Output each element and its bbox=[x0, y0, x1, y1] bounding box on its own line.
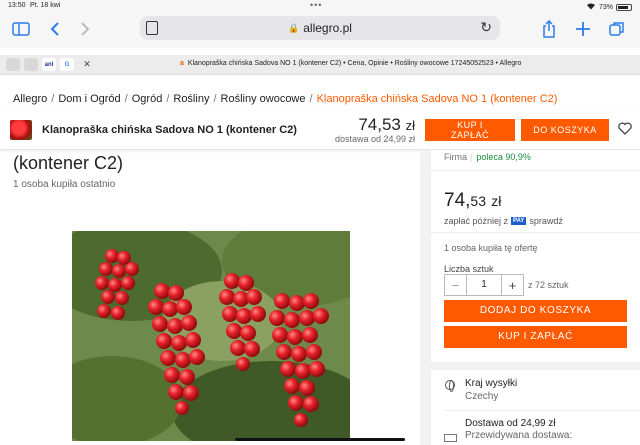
multitasking-dots-icon[interactable]: ••• bbox=[310, 0, 322, 10]
offer-price: 74,53 zł bbox=[444, 190, 501, 212]
seller-rating: Firma | poleca 90,9% bbox=[444, 152, 531, 162]
delivery-estimate: Przewidywana dostawa: bbox=[465, 430, 573, 441]
new-tab-icon[interactable] bbox=[572, 18, 594, 40]
bought-recently: 1 osoba kupiła ostatnio bbox=[13, 179, 116, 190]
sticky-price-currency: zł bbox=[405, 118, 415, 133]
breadcrumb-separator: / bbox=[51, 93, 55, 105]
active-tab[interactable]: a Klanopraška chińska Sadova NO 1 (konten… bbox=[180, 60, 521, 67]
panel-gap bbox=[420, 150, 430, 445]
sticky-delivery: dostawa od 24,99 zł bbox=[334, 134, 415, 144]
breadcrumb-allegro[interactable]: Allegro bbox=[13, 93, 47, 105]
breadcrumb-ogrod[interactable]: Ogród bbox=[132, 93, 163, 105]
ship-country-value: Czechy bbox=[465, 391, 499, 402]
divider bbox=[444, 410, 640, 411]
recommend-rate[interactable]: poleca 90,9% bbox=[476, 152, 531, 162]
divider bbox=[431, 170, 640, 171]
ship-country-label: Kraj wysyłki bbox=[465, 378, 518, 389]
share-icon[interactable] bbox=[538, 18, 560, 40]
quantity-input[interactable]: 1 bbox=[467, 275, 501, 295]
back-icon[interactable] bbox=[44, 18, 66, 40]
breadcrumb-separator: / bbox=[309, 93, 313, 105]
buy-now-line1: KUP I bbox=[457, 120, 483, 130]
close-tab-icon[interactable]: ✕ bbox=[80, 58, 94, 71]
available-quantity: z 72 sztuk bbox=[528, 280, 569, 290]
mini-tab-1[interactable] bbox=[6, 58, 20, 71]
price-int: 74, bbox=[444, 190, 471, 211]
ios-status-bar: 13:50 Pt. 18 kwi ••• 73% bbox=[0, 0, 640, 12]
quantity-label: Liczba sztuk bbox=[444, 264, 494, 274]
divider bbox=[431, 232, 640, 233]
firma-label: Firma bbox=[444, 152, 467, 162]
buy-now-button-top[interactable]: KUP I ZAPŁAĆ bbox=[425, 119, 515, 141]
status-time: 13:50 bbox=[8, 2, 26, 9]
tabs-bar: anl G ✕ a Klanopraška chińska Sadova NO 1… bbox=[0, 55, 640, 75]
forward-icon[interactable] bbox=[74, 18, 96, 40]
buy-now-line2: ZAPŁAĆ bbox=[450, 130, 489, 140]
status-right: 73% bbox=[586, 2, 632, 12]
breadcrumb-separator: / bbox=[124, 93, 128, 105]
tabs-icon[interactable] bbox=[606, 18, 628, 40]
breadcrumb-dom-i-ogrod[interactable]: Dom i Ogród bbox=[58, 93, 120, 105]
sticky-price: 74,53 zł bbox=[330, 115, 415, 135]
quantity-stepper[interactable]: − 1 + bbox=[444, 274, 524, 296]
product-photo[interactable] bbox=[72, 231, 350, 441]
allegro-pay-badge: PAY bbox=[511, 217, 527, 225]
sticky-price-amount: 74,53 bbox=[358, 115, 401, 134]
browser-toolbar: 🔒 allegro.pl ↻ bbox=[0, 12, 640, 48]
active-tab-title: Klanopraška chińska Sadova NO 1 (kontene… bbox=[187, 60, 522, 67]
breadcrumb-separator: / bbox=[166, 93, 170, 105]
buy-now-button[interactable]: KUP I ZAPŁAĆ bbox=[444, 326, 627, 348]
address-bar[interactable]: 🔒 allegro.pl ↻ bbox=[140, 16, 500, 40]
wifi-icon bbox=[586, 2, 596, 12]
offer-bought-count: 1 osoba kupiła tę ofertę bbox=[444, 243, 538, 253]
battery-percent: 73% bbox=[598, 3, 613, 11]
firma-divider: | bbox=[470, 152, 473, 162]
pay-later-link[interactable]: sprawdź bbox=[529, 216, 563, 226]
mini-tab-3[interactable]: anl bbox=[42, 58, 56, 71]
battery-icon bbox=[616, 3, 632, 11]
add-to-cart-button-top[interactable]: DO KOSZYKA bbox=[521, 119, 609, 141]
allegro-favicon-icon: a bbox=[180, 60, 184, 67]
home-indicator[interactable] bbox=[235, 438, 405, 441]
reload-icon[interactable]: ↻ bbox=[480, 19, 492, 36]
lock-icon: 🔒 bbox=[288, 22, 300, 33]
truck-icon bbox=[444, 434, 457, 442]
mini-tab-google[interactable]: G bbox=[60, 58, 74, 71]
product-thumbnail[interactable] bbox=[10, 120, 32, 140]
pay-later: zapłać później z PAY sprawdź bbox=[444, 216, 563, 226]
product-title: (kontener C2) bbox=[13, 153, 124, 173]
breadcrumb: Allegro / Dom i Ogród / Ogród / Rośliny / Roślin… bbox=[13, 93, 557, 105]
breadcrumb-rosliny-owocowe[interactable]: Rośliny owocowe bbox=[221, 93, 306, 105]
mini-tab-2[interactable] bbox=[24, 58, 38, 71]
delivery-label: Dostawa od 24,99 zł bbox=[465, 418, 556, 429]
breadcrumb-current: Klanopraška chińska Sadova NO 1 (kontene… bbox=[316, 93, 558, 105]
globe-icon bbox=[445, 380, 455, 392]
price-dec: 53 bbox=[470, 193, 486, 209]
pay-later-text: zapłać później z bbox=[444, 216, 509, 226]
increment-button[interactable]: + bbox=[501, 275, 523, 295]
add-to-cart-button[interactable]: DODAJ DO KOSZYKA bbox=[444, 300, 627, 322]
price-currency: zł bbox=[491, 193, 502, 209]
sticky-product-header: Klanopraška chińska Sadova NO 1 (kontene… bbox=[0, 110, 640, 150]
status-date: Pt. 18 kwi bbox=[30, 2, 61, 9]
heart-icon[interactable] bbox=[618, 122, 632, 139]
page-menu-icon[interactable] bbox=[146, 21, 158, 35]
breadcrumb-separator: / bbox=[213, 93, 217, 105]
sidebar-icon[interactable] bbox=[10, 18, 32, 40]
url-text[interactable]: allegro.pl bbox=[303, 21, 352, 35]
decrement-button[interactable]: − bbox=[445, 275, 467, 295]
breadcrumb-rosliny[interactable]: Rośliny bbox=[173, 93, 209, 105]
sticky-product-title: Klanopraška chińska Sadova NO 1 (kontene… bbox=[42, 124, 297, 136]
